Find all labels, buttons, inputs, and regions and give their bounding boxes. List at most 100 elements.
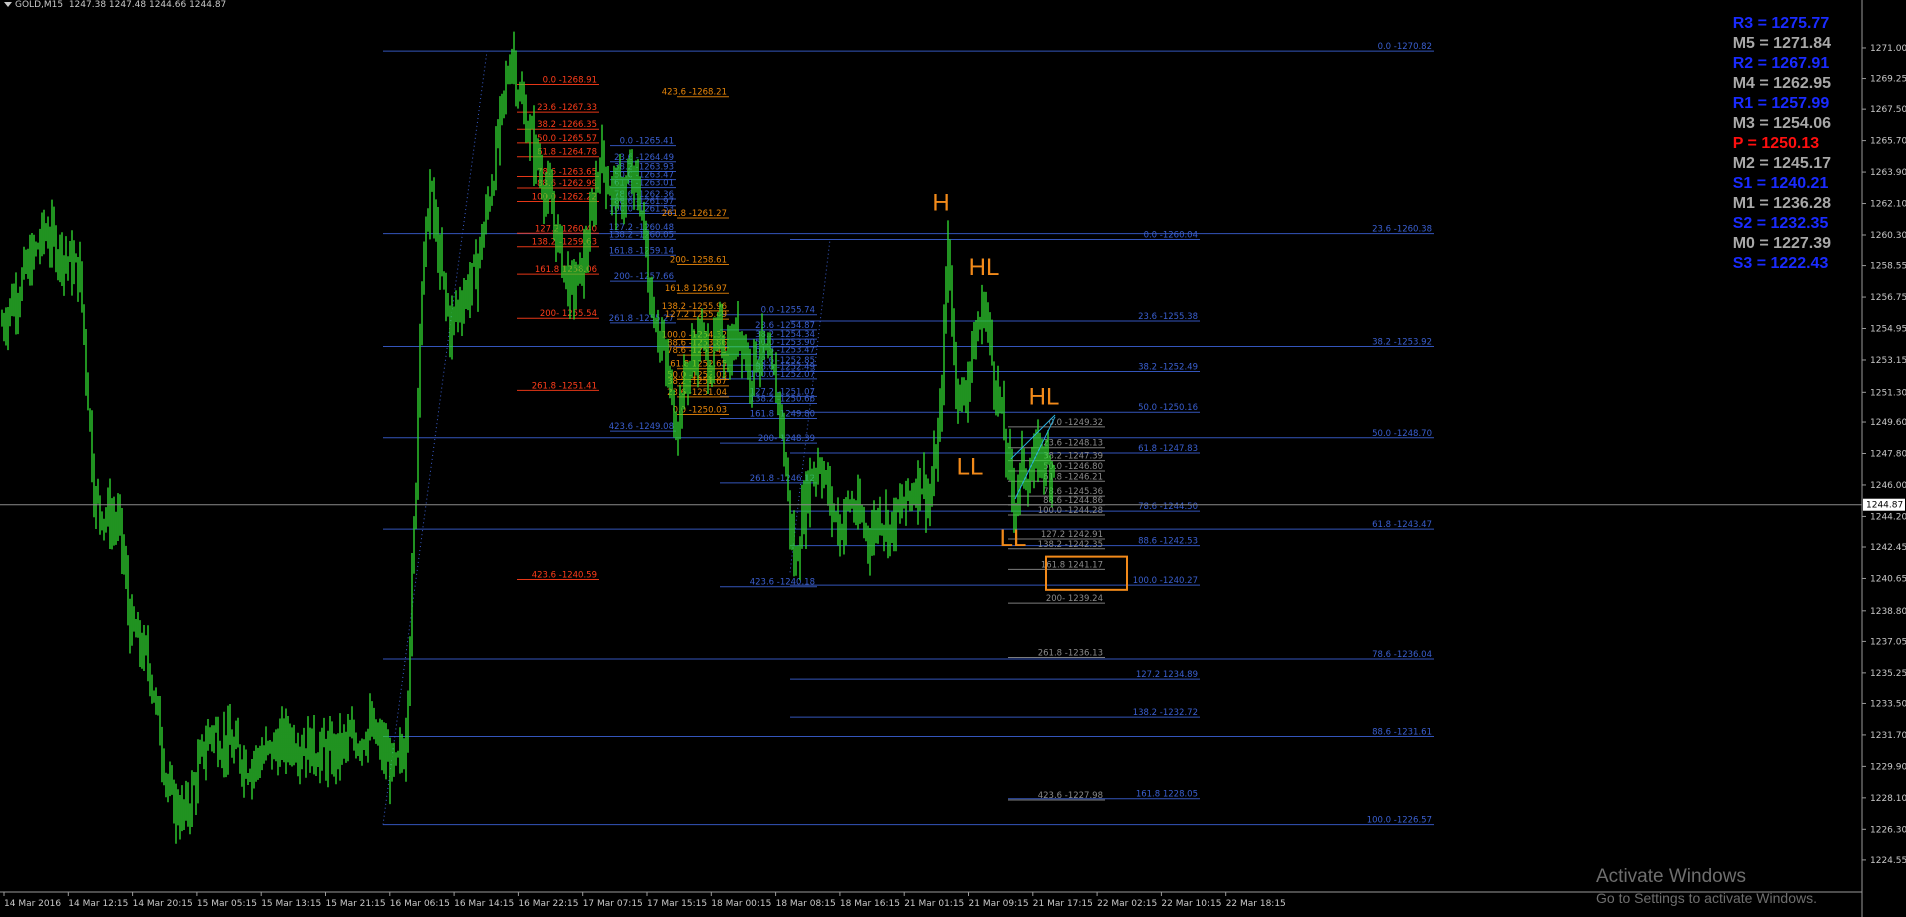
y-tick-label: 1251.30 [1870, 388, 1906, 398]
pattern-label-ll: LL [957, 453, 984, 480]
y-tick-label: 1244.20 [1870, 512, 1906, 522]
fib-level-label: 100.0 -1226.57 [1367, 816, 1432, 826]
y-tick-label: 1237.05 [1870, 637, 1906, 647]
fib-level-label: 127.2 1234.89 [1136, 670, 1198, 680]
fib-level-label: 423.6 -1240.18 [750, 578, 815, 588]
pattern-label-h: H [932, 190, 949, 217]
fib-level-label: 0.0 -1260.04 [1144, 231, 1198, 241]
x-tick-label: 15 Mar 05:15 [197, 899, 257, 909]
y-tick-label: 1271.00 [1870, 44, 1906, 54]
y-tick-label: 1240.65 [1870, 574, 1906, 584]
fib-level-label: 423.6 -1227.98 [1038, 791, 1103, 801]
y-tick-label: 1228.10 [1870, 794, 1906, 804]
fib-level-label: 161.8 1228.05 [1136, 790, 1198, 800]
x-tick-label: 17 Mar 15:15 [647, 899, 707, 909]
fib-level-label: 38.2 -1247.39 [1043, 452, 1103, 462]
x-tick-label: 18 Mar 16:15 [840, 899, 900, 909]
price-chart[interactable]: 1271.00 1269.25 1267.50 1265.70 1263.90 1262.… [0, 0, 1906, 917]
fib-level-label: 161.8 1256.97 [665, 284, 727, 294]
x-tick-label: 16 Mar 06:15 [390, 899, 450, 909]
pivot-levels-panel: R3 = 1275.77 M5 = 1271.84 R2 = 1267.91 M4 =… [1733, 14, 1831, 274]
fib-level-label: 0.0 -1268.91 [543, 76, 597, 86]
fib-level-label: 100.0 -1240.27 [1133, 576, 1198, 586]
fib-level-label: 0.0 -1249.32 [1049, 418, 1103, 428]
fib-level-label: 261.8 -1246.12 [750, 474, 815, 484]
pivot-level-1: M5 = 1271.84 [1732, 35, 1831, 52]
y-tick-label: 1226.30 [1870, 825, 1906, 835]
x-tick-label: 16 Mar 14:15 [454, 899, 514, 909]
x-tick-label: 21 Mar 09:15 [969, 899, 1029, 909]
pivot-level-10: S2 = 1232.35 [1732, 215, 1829, 232]
y-tick-label: 1224.55 [1870, 856, 1906, 866]
fib-level-label: 38.2 -1266.35 [537, 120, 597, 130]
symbol-header: GOLD,M15 1247.38 1247.48 1244.66 1244.87 [4, 0, 226, 10]
y-tick-label: 1254.95 [1870, 325, 1906, 335]
fib-level-label: 23.6 -1248.13 [1043, 439, 1103, 449]
fib-level-label: 423.6 -1268.21 [662, 88, 727, 98]
fib-level-label: 100.0 -1244.28 [1038, 506, 1103, 516]
y-tick-label: 1249.60 [1870, 418, 1906, 428]
pivot-level-12: S3 = 1222.43 [1732, 255, 1829, 272]
x-tick-label: 22 Mar 02:15 [1097, 899, 1157, 909]
fib-level-label: 423.6 -1240.59 [532, 571, 597, 581]
fib-level-label: 23.6 -1264.49 [614, 153, 674, 163]
fib-level-label: 78.6 -1244.50 [1138, 502, 1198, 512]
fib-level-label: 161.8 -1259.14 [609, 246, 674, 256]
pivot-level-4: R1 = 1257.99 [1732, 95, 1830, 112]
y-tick-label: 1247.80 [1870, 449, 1906, 459]
y-tick-label: 1233.50 [1870, 699, 1906, 709]
pattern-label-ll: LL [1000, 525, 1027, 552]
fib-level-label: 200- 1255.54 [540, 309, 597, 319]
y-tick-label: 1231.70 [1870, 731, 1906, 741]
fib-level-label: 61.8 -1263.01 [614, 179, 674, 189]
pivot-level-9: M1 = 1236.28 [1732, 195, 1831, 212]
fib-level-label: 88.6 -1231.61 [1372, 727, 1432, 737]
fib-level-label: 23.6 -1260.38 [1372, 225, 1432, 235]
y-tick-label: 1260.30 [1870, 231, 1906, 241]
fib-level-label: 0.0 -1255.74 [761, 306, 815, 316]
x-tick-label: 22 Mar 10:15 [1161, 899, 1221, 909]
symbol-label: GOLD,M15 [15, 0, 64, 10]
fib-level-label: 50.0 -1265.57 [537, 134, 597, 144]
fib-level-label: 200- 1248.39 [758, 434, 815, 444]
y-tick-label: 1246.00 [1870, 481, 1906, 491]
x-tick-label: 22 Mar 18:15 [1226, 899, 1286, 909]
pivot-level-11: M0 = 1227.39 [1732, 235, 1831, 252]
x-tick-label: 15 Mar 13:15 [261, 899, 321, 909]
fib-level-label: 138.2 -1260.05 [609, 230, 674, 240]
fib-level-label: 0.0 -1270.82 [1378, 42, 1432, 52]
fib-level-label: 127.2 1242.91 [1041, 530, 1103, 540]
pivot-level-0: R3 = 1275.77 [1732, 15, 1830, 32]
y-tick-label: 1265.70 [1870, 137, 1906, 147]
fib-level-label: 200- 1258.61 [670, 256, 727, 266]
x-tick-label: 16 Mar 22:15 [518, 899, 578, 909]
fib-level-label: 423.6 -1249.08 [609, 422, 674, 432]
chart-window[interactable]: 1271.00 1269.25 1267.50 1265.70 1263.90 1262.… [0, 0, 1906, 917]
activate-windows-subtitle: Go to Settings to activate Windows. [1596, 890, 1817, 906]
x-tick-label: 18 Mar 08:15 [776, 899, 836, 909]
y-tick-label: 1235.25 [1870, 669, 1906, 679]
fib-level-label: 200- -1257.66 [614, 272, 674, 282]
y-tick-label: 1267.50 [1870, 105, 1906, 115]
x-tick-label: 15 Mar 21:15 [326, 899, 386, 909]
y-tick-label: 1256.75 [1870, 293, 1906, 303]
x-tick-label: 18 Mar 00:15 [711, 899, 771, 909]
dropdown-triangle-icon[interactable] [4, 2, 12, 7]
fib-level-label: 23.6 -1251.04 [667, 388, 727, 398]
current-price-value: 1244.87 [1866, 501, 1903, 511]
fib-level-label: 23.6 -1267.33 [537, 103, 597, 113]
activate-windows-title: Activate Windows [1596, 866, 1746, 887]
fib-level-label: 138.2 -1242.35 [1038, 540, 1103, 550]
fib-level-label: 38.2 -1251.67 [667, 377, 727, 387]
fib-level-label: 0.0 -1265.41 [620, 137, 674, 147]
y-tick-label: 1262.10 [1870, 200, 1906, 210]
x-tick-label: 14 Mar 20:15 [133, 899, 193, 909]
pivot-level-8: S1 = 1240.21 [1732, 175, 1829, 192]
fib-level-label: 38.2 -1253.92 [1372, 338, 1432, 348]
x-tick-label: 14 Mar 12:15 [68, 899, 128, 909]
fib-level-label: 88.6 -1242.53 [1138, 537, 1198, 547]
y-tick-label: 1229.90 [1870, 762, 1906, 772]
y-tick-label: 1253.15 [1870, 356, 1906, 366]
fib-level-label: 50.0 -1250.16 [1138, 403, 1198, 413]
pivot-level-5: M3 = 1254.06 [1732, 115, 1831, 132]
